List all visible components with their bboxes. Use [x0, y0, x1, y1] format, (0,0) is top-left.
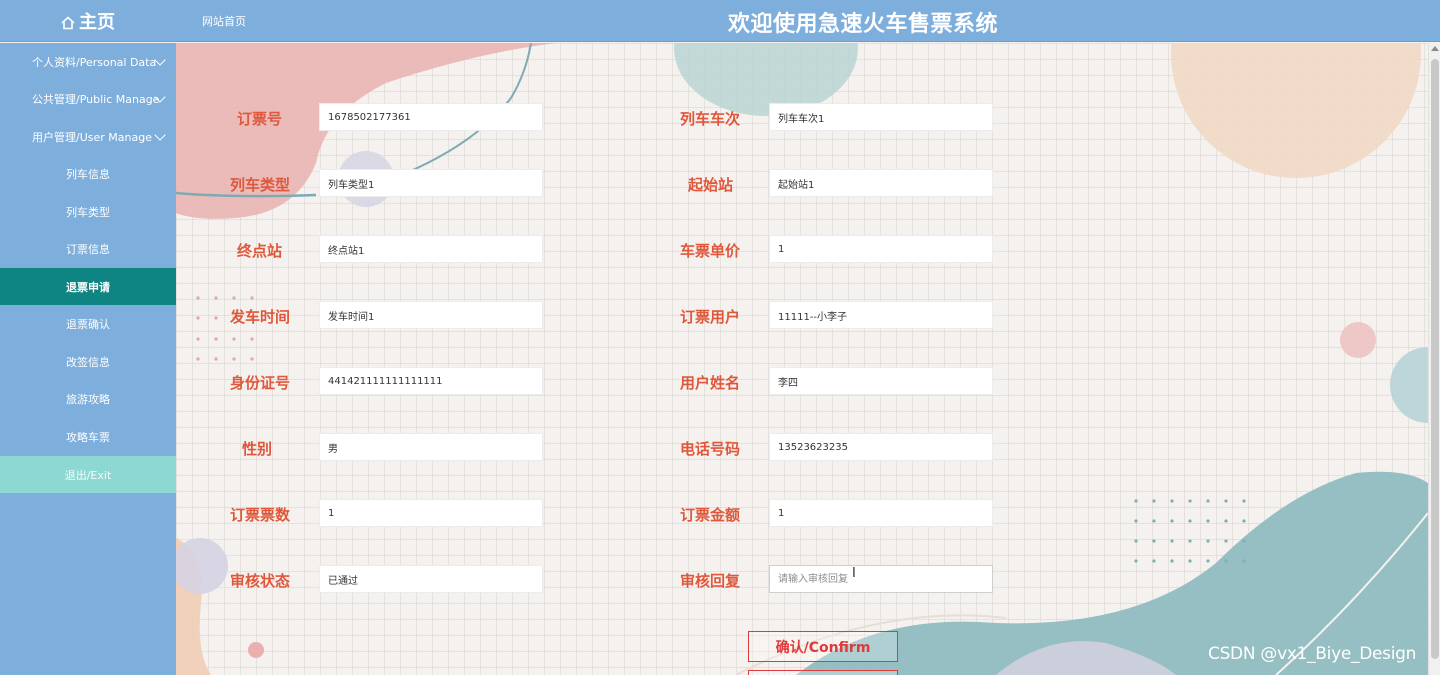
- sidebar-item-label: 用户管理/User Manage: [32, 130, 152, 144]
- chevron-down-icon: [154, 129, 166, 141]
- label-end-station: 终点站: [236, 242, 282, 260]
- label-start-station: 起始站: [687, 176, 733, 194]
- start-station-field[interactable]: [769, 169, 993, 197]
- label-ticket-count: 订票票数: [229, 506, 290, 524]
- scroll-up-arrow-icon[interactable]: [1431, 46, 1439, 51]
- id-card-field[interactable]: [319, 367, 543, 395]
- sidebar-group-personal-data[interactable]: 个人资料/Personal Data: [0, 43, 176, 80]
- sidebar-item-order-info[interactable]: 订票信息: [0, 230, 176, 267]
- label-train-type: 列车类型: [229, 176, 290, 194]
- review-reply-field[interactable]: [769, 565, 993, 593]
- secondary-button[interactable]: [748, 670, 898, 675]
- label-order-no: 订票号: [236, 110, 282, 128]
- order-user-field[interactable]: [769, 301, 993, 329]
- review-status-field[interactable]: [319, 565, 543, 593]
- end-station-field[interactable]: [319, 235, 543, 263]
- sidebar-group-public-manage[interactable]: 公共管理/Public Manage: [0, 80, 176, 117]
- label-review-status: 审核状态: [229, 572, 290, 590]
- depart-time-field[interactable]: [319, 301, 543, 329]
- sidebar-item-travel-guide[interactable]: 旅游攻略: [0, 380, 176, 417]
- train-no-field[interactable]: [769, 103, 993, 131]
- label-depart-time: 发车时间: [229, 308, 290, 326]
- vertical-scrollbar[interactable]: [1428, 43, 1440, 675]
- watermark: CSDN @vx1_Biye_Design: [1208, 644, 1417, 664]
- sidebar-item-label: 个人资料/Personal Data: [32, 55, 157, 69]
- phone-field[interactable]: [769, 433, 993, 461]
- sidebar-item-refund-confirm[interactable]: 退票确认: [0, 305, 176, 342]
- label-id-card: 身份证号: [229, 374, 290, 392]
- label-ticket-price: 车票单价: [679, 242, 740, 260]
- sidebar-item-exit[interactable]: 退出/Exit: [0, 456, 176, 493]
- sidebar: 个人资料/Personal Data 公共管理/Public Manage 用户…: [0, 43, 176, 675]
- sidebar-item-guide-tickets[interactable]: 攻略车票: [0, 418, 176, 455]
- label-order-user: 订票用户: [679, 308, 740, 326]
- ticket-count-field[interactable]: [319, 499, 543, 527]
- page-title: 欢迎使用急速火车售票系统: [727, 12, 998, 37]
- order-no-field[interactable]: [319, 103, 543, 131]
- label-user-name: 用户姓名: [679, 374, 740, 392]
- label-train-no: 列车车次: [679, 110, 740, 128]
- sidebar-item-label: 公共管理/Public Manage: [32, 92, 160, 106]
- top-header: 主页 网站首页 欢迎使用急速火车售票系统: [0, 0, 1440, 42]
- label-phone: 电话号码: [679, 440, 740, 458]
- sidebar-item-change-info[interactable]: 改签信息: [0, 343, 176, 380]
- label-order-amount: 订票金额: [679, 506, 740, 524]
- sidebar-item-train-info[interactable]: 列车信息: [0, 155, 176, 192]
- label-gender: 性别: [241, 440, 272, 458]
- order-amount-field[interactable]: [769, 499, 993, 527]
- ticket-price-field[interactable]: [769, 235, 993, 263]
- label-review-reply: 审核回复: [679, 572, 740, 590]
- scrollbar-thumb[interactable]: [1431, 59, 1439, 659]
- user-name-field[interactable]: [769, 367, 993, 395]
- gender-field[interactable]: [319, 433, 543, 461]
- train-type-field[interactable]: [319, 169, 543, 197]
- confirm-button[interactable]: 确认/Confirm: [748, 631, 898, 662]
- sidebar-item-refund-apply[interactable]: 退票申请: [0, 268, 176, 305]
- sidebar-group-user-manage[interactable]: 用户管理/User Manage: [0, 118, 176, 155]
- sidebar-item-train-type[interactable]: 列车类型: [0, 193, 176, 230]
- text-cursor-icon: I: [852, 566, 856, 581]
